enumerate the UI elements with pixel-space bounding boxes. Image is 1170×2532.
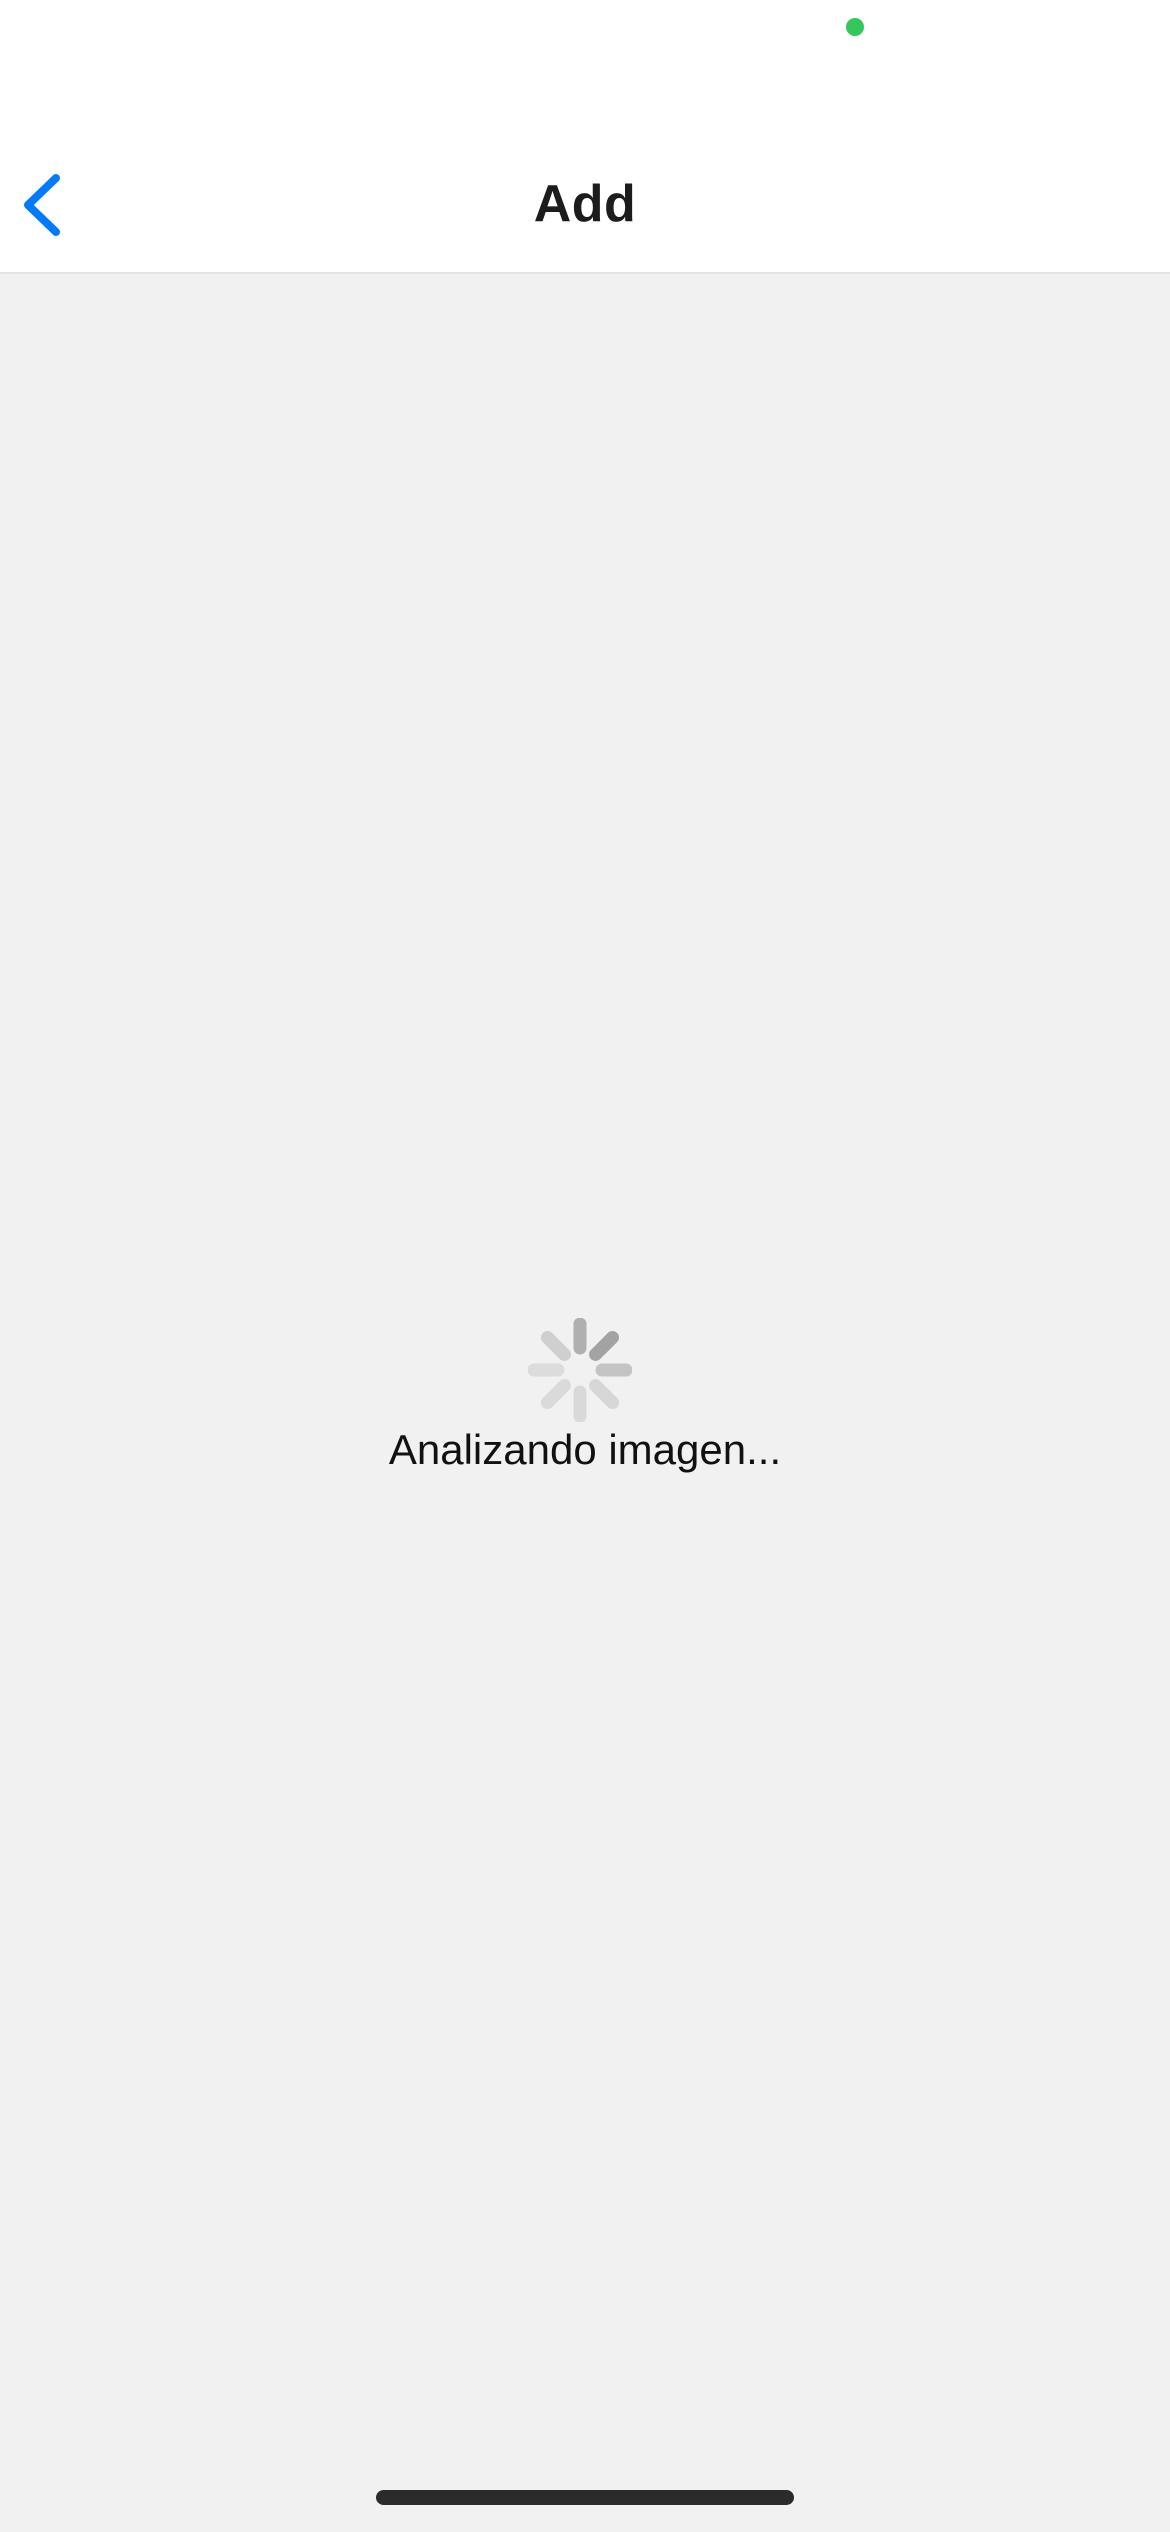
status-bar (0, 0, 1170, 130)
screen: Add Analizando imagen... (0, 0, 1170, 2532)
activity-spinner-icon (528, 1318, 632, 1422)
spinner-spoke (540, 1330, 571, 1361)
spinner-spoke (589, 1330, 620, 1361)
navigation-bar: Add (0, 130, 1170, 274)
home-indicator (376, 2490, 794, 2505)
page-title: Add (533, 175, 637, 233)
spinner-spoke (589, 1379, 620, 1410)
loading-message: Analizando imagen... (388, 1426, 782, 1473)
spinner-spoke (540, 1379, 571, 1410)
privacy-indicator-dot (846, 18, 864, 36)
